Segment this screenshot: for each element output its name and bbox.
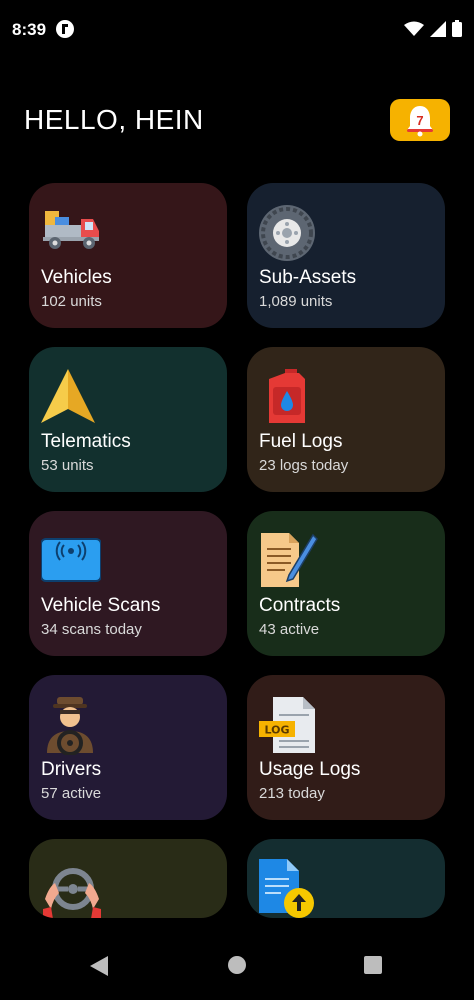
card-upload[interactable]	[247, 839, 445, 918]
wifi-icon	[404, 21, 424, 36]
card-drivers[interactable]: Drivers 57 active	[29, 675, 227, 820]
back-icon[interactable]	[90, 956, 108, 976]
card-subtitle: 43 active	[259, 621, 320, 638]
app-notification-icon	[56, 20, 74, 38]
document-upload-icon	[259, 859, 314, 918]
driver-icon	[47, 697, 93, 755]
card-subtitle: 213 today	[259, 785, 325, 802]
home-icon[interactable]	[228, 956, 246, 974]
card-vehicle-scans[interactable]: Vehicle Scans 34 scans today	[29, 511, 227, 656]
card-subtitle: 102 units	[41, 293, 102, 310]
card-title: Sub-Assets	[259, 267, 357, 288]
fuel-can-icon	[269, 369, 305, 423]
card-title: Vehicle Scans	[41, 595, 161, 616]
log-file-icon: LOG	[259, 697, 315, 753]
status-time: 8:39	[12, 20, 47, 39]
card-sub-assets[interactable]: Sub-Assets 1,089 units	[247, 183, 445, 328]
card-title: Usage Logs	[259, 759, 361, 780]
card-telematics[interactable]: Telematics 53 units	[29, 347, 227, 492]
notifications-button[interactable]: 7	[390, 99, 450, 141]
recents-icon[interactable]	[364, 956, 382, 974]
notifications-count: 7	[416, 113, 424, 128]
card-subtitle: 23 logs today	[259, 457, 349, 474]
card-title: Telematics	[41, 431, 131, 452]
truck-icon	[43, 211, 99, 249]
card-subtitle: 57 active	[41, 785, 102, 802]
card-vehicles[interactable]: Vehicles 102 units	[29, 183, 227, 328]
card-title: Vehicles	[41, 267, 112, 288]
contract-icon	[261, 533, 318, 587]
navigation-arrow-icon	[41, 369, 95, 423]
card-title: Drivers	[41, 759, 102, 780]
steering-wheel-icon	[43, 868, 101, 918]
signal-icon	[430, 20, 446, 37]
tire-icon	[259, 205, 315, 261]
battery-icon	[452, 20, 462, 37]
card-contracts[interactable]: Contracts 43 active	[247, 511, 445, 656]
card-fuel-logs[interactable]: Fuel Logs 23 logs today	[247, 347, 445, 492]
card-title: Fuel Logs	[259, 431, 343, 452]
status-bar: 8:39	[0, 0, 474, 60]
card-title: Contracts	[259, 595, 341, 616]
card-steering[interactable]	[29, 839, 227, 918]
card-usage-logs[interactable]: LOG Usage Logs 213 today	[247, 675, 445, 820]
card-subtitle: 53 units	[41, 457, 94, 474]
rfid-icon	[41, 538, 101, 582]
card-subtitle: 34 scans today	[41, 621, 142, 638]
navigation-bar	[0, 918, 474, 1000]
svg-text:LOG: LOG	[265, 724, 290, 737]
card-subtitle: 1,089 units	[259, 293, 333, 310]
system-icons	[404, 20, 462, 37]
greeting-title: HELLO, HEIN	[24, 104, 204, 135]
